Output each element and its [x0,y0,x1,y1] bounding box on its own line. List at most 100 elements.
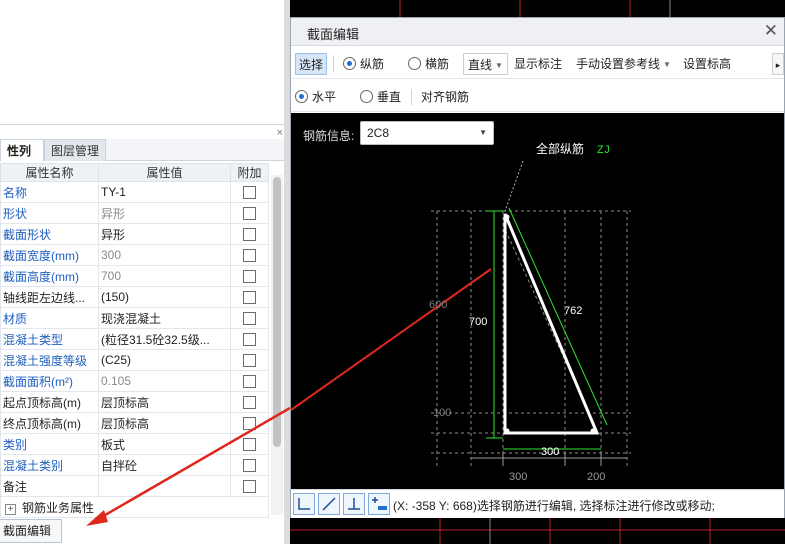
group-row-rebar-properties[interactable]: + 钢筋业务属性 [0,496,269,518]
attach-checkbox-cell [230,475,269,497]
rebar-info-select[interactable]: 2C8 ▼ [360,121,494,145]
attach-checkbox[interactable] [243,312,256,326]
attach-checkbox[interactable] [243,270,256,284]
property-value[interactable]: (粒径31.5砼32.5级... [98,328,231,350]
tab-property-list[interactable]: 性列表 [0,139,44,180]
add-dimension-button[interactable] [368,493,390,515]
attach-checkbox-cell [230,433,269,455]
property-name: 截面面积(m²) [0,370,99,392]
table-row[interactable]: 截面面积(m²) 0.105 [0,370,269,392]
perpendicular-button[interactable] [343,493,365,515]
section-edit-dialog: 截面编辑 ✕ 选择 纵筋 横筋 直线 ▼ 显示标注 手动设置参考线 ▼ 设置标高 ▸… [290,17,785,518]
attach-checkbox[interactable] [243,228,256,242]
toolbar-secondary: 水平 垂直 对齐钢筋 [291,80,784,112]
dimension-300-bottom[interactable]: 300 [509,471,527,483]
radio-longitudinal[interactable]: 纵筋 [343,53,384,75]
attach-checkbox[interactable] [243,375,256,389]
table-row[interactable]: 材质 现浇混凝土 [0,307,269,329]
property-value[interactable]: 异形 [98,223,231,245]
table-row[interactable]: 混凝土类别 自拌砼 [0,454,269,476]
attach-checkbox[interactable] [243,291,256,305]
align-rebar-button[interactable]: 对齐钢筋 [421,86,469,108]
section-drawing-canvas[interactable]: 全部纵筋 ZJ 700 762 300 300 200 600 100 钢筋信息… [291,113,784,489]
radio-vertical[interactable]: 垂直 [360,86,401,108]
dialog-title: 截面编辑 [307,27,360,42]
dimension-700[interactable]: 700 [469,316,487,328]
rebar-info-label: 钢筋信息: [303,129,355,143]
expand-icon[interactable]: + [5,503,16,515]
table-row[interactable]: 形状 异形 [0,202,269,224]
property-value[interactable]: 700 [98,265,231,287]
table-row[interactable]: 截面高度(mm) 700 [0,265,269,287]
column-header-extra: 附加 [230,163,269,182]
attach-checkbox[interactable] [243,249,256,263]
property-value[interactable]: 现浇混凝土 [98,307,231,329]
attach-checkbox[interactable] [243,207,256,221]
table-row[interactable]: 截面宽度(mm) 300 [0,244,269,266]
attach-checkbox[interactable] [243,333,256,347]
table-row[interactable]: 类别 板式 [0,433,269,455]
table-row[interactable]: 混凝土强度等级 (C25) [0,349,269,371]
property-value[interactable]: 自拌砼 [98,454,231,476]
chevron-down-icon: ▼ [495,61,503,70]
radio-transverse[interactable]: 横筋 [408,53,449,75]
attach-checkbox[interactable] [243,459,256,473]
table-row[interactable]: 起点顶标高(m) 层顶标高 [0,391,269,413]
table-row[interactable]: 混凝土类型 (粒径31.5砼32.5级... [0,328,269,350]
property-value[interactable]: 板式 [98,433,231,455]
dimension-600[interactable]: 600 [429,299,447,311]
attach-checkbox[interactable] [243,354,256,368]
diagonal-line-button[interactable] [318,493,340,515]
dialog-status-bar: (X: -358 Y: 668)选择钢筋进行编辑, 选择标注进行修改或移动; [291,489,784,518]
property-value[interactable]: 异形 [98,202,231,224]
property-name: 终点顶标高(m) [0,412,99,434]
set-elevation-button[interactable]: 设置标高 [683,53,731,75]
chevron-down-icon: ▼ [663,60,671,69]
all-long-rebar-label[interactable]: 全部纵筋 [536,141,584,156]
property-value[interactable]: 300 [98,244,231,266]
property-name: 材质 [0,307,99,329]
attach-checkbox[interactable] [243,396,256,410]
manual-ref-line-dropdown[interactable]: 手动设置参考线 ▼ [576,53,671,75]
property-value[interactable]: TY-1 [98,181,231,203]
toolbar-divider [333,56,334,72]
tab-layer-management[interactable]: 图层管理 [44,139,106,161]
scrollbar-thumb[interactable] [273,177,281,447]
dimension-300-inner[interactable]: 300 [541,446,559,458]
dimension-762[interactable]: 762 [564,305,582,317]
table-row[interactable]: 轴线距左边线... (150) [0,286,269,308]
radio-longitudinal-label: 纵筋 [360,57,385,71]
property-value[interactable]: (150) [98,286,231,308]
table-row[interactable]: 备注 [0,475,269,497]
property-value[interactable]: 层顶标高 [98,412,231,434]
property-value[interactable] [98,475,231,497]
corner-snap-button[interactable] [293,493,315,515]
dimension-100[interactable]: 100 [433,407,451,419]
perpendicular-icon [348,498,360,510]
close-icon[interactable]: × [277,127,283,139]
table-row[interactable]: 终点顶标高(m) 层顶标高 [0,412,269,434]
section-drawing: 全部纵筋 ZJ 700 762 300 300 200 600 100 [291,141,631,483]
attach-checkbox[interactable] [243,417,256,431]
property-name: 混凝土类型 [0,328,99,350]
close-icon[interactable]: ✕ [764,21,778,41]
property-value[interactable]: (C25) [98,349,231,371]
property-value[interactable]: 0.105 [98,370,231,392]
radio-checked-icon [295,90,308,103]
attach-checkbox-cell [230,307,269,329]
line-dropdown[interactable]: 直线 ▼ [463,53,508,75]
radio-horizontal[interactable]: 水平 [295,86,336,108]
table-row[interactable]: 名称 TY-1 [0,181,269,203]
attach-checkbox[interactable] [243,186,256,200]
section-edit-button[interactable]: 截面编辑 [0,519,62,543]
show-dimension-button[interactable]: 显示标注 [514,53,562,75]
toolbar-overflow-button[interactable]: ▸ [772,53,784,75]
table-row[interactable]: 截面形状 异形 [0,223,269,245]
dimension-200[interactable]: 200 [587,471,605,483]
column-header-value: 属性值 [98,163,231,182]
attach-checkbox[interactable] [243,480,256,494]
property-value[interactable]: 层顶标高 [98,391,231,413]
dialog-titlebar[interactable]: 截面编辑 ✕ [291,18,784,46]
select-button[interactable]: 选择 [295,53,327,75]
attach-checkbox[interactable] [243,438,256,452]
